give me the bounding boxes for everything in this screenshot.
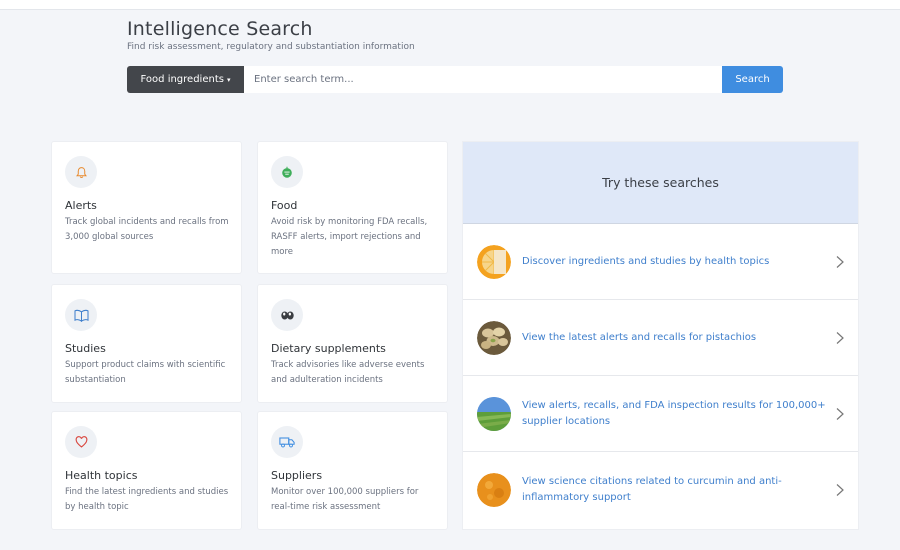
- card-desc: Monitor over 100,000 suppliers for real-…: [271, 487, 419, 512]
- try-searches-title: Try these searches: [463, 142, 858, 224]
- pistachio-thumb: [477, 320, 511, 355]
- card-food[interactable]: Food Avoid risk by monitoring FDA recall…: [258, 142, 447, 273]
- card-desc: Support product claims with scientific s…: [65, 360, 226, 385]
- card-title: Health topics: [65, 469, 138, 482]
- chevron-right-icon: [836, 255, 844, 268]
- search-button[interactable]: Search: [722, 66, 783, 93]
- truck-icon: [271, 426, 303, 458]
- chevron-down-icon: ▾: [226, 75, 231, 84]
- turmeric-thumb: [477, 473, 511, 507]
- try-search-item[interactable]: View science citations related to curcum…: [463, 452, 858, 528]
- try-search-item[interactable]: View the latest alerts and recalls for p…: [463, 300, 858, 376]
- page-title: Intelligence Search: [127, 18, 313, 40]
- category-dropdown[interactable]: Food ingredients ▾: [127, 66, 244, 93]
- card-title: Alerts: [65, 199, 97, 212]
- chevron-right-icon: [836, 484, 844, 496]
- try-searches-panel: Try these searches Discover ingredients …: [463, 142, 858, 529]
- search-input[interactable]: [244, 66, 722, 93]
- try-search-item[interactable]: View alerts, recalls, and FDA inspection…: [463, 376, 858, 452]
- card-dietary-supplements[interactable]: Dietary supplements Track advisories lik…: [258, 285, 447, 402]
- book-icon: [65, 299, 97, 331]
- category-dropdown-label: Food ingredients: [140, 74, 224, 85]
- card-suppliers[interactable]: Suppliers Monitor over 100,000 suppliers…: [258, 412, 447, 529]
- pills-icon: [271, 299, 303, 331]
- try-search-link: View alerts, recalls, and FDA inspection…: [522, 399, 826, 427]
- card-health-topics[interactable]: Health topics Find the latest ingredient…: [52, 412, 241, 529]
- card-title: Food: [271, 199, 298, 212]
- search-bar: Food ingredients ▾ Search: [127, 66, 783, 93]
- card-desc: Track advisories like adverse events and…: [271, 360, 425, 385]
- field-thumb: [477, 396, 511, 431]
- try-search-link: View the latest alerts and recalls for p…: [522, 331, 757, 343]
- card-alerts[interactable]: Alerts Track global incidents and recall…: [52, 142, 241, 273]
- orange-slice-thumb: [477, 244, 511, 279]
- chevron-right-icon: [836, 331, 844, 344]
- heart-icon: [65, 426, 97, 458]
- try-search-link: View science citations related to curcum…: [522, 476, 782, 503]
- try-search-item[interactable]: Discover ingredients and studies by heal…: [463, 224, 858, 300]
- card-desc: Avoid risk by monitoring FDA recalls, RA…: [271, 217, 428, 257]
- card-desc: Find the latest ingredients and studies …: [65, 487, 229, 512]
- card-title: Dietary supplements: [271, 342, 386, 355]
- bell-icon: [65, 156, 97, 188]
- card-desc: Track global incidents and recalls from …: [65, 217, 229, 242]
- chevron-right-icon: [836, 407, 844, 420]
- card-title: Suppliers: [271, 469, 323, 482]
- card-studies[interactable]: Studies Support product claims with scie…: [52, 285, 241, 402]
- try-search-link: Discover ingredients and studies by heal…: [522, 255, 770, 267]
- food-icon: [271, 156, 303, 188]
- card-title: Studies: [65, 342, 106, 355]
- page-subtitle: Find risk assessment, regulatory and sub…: [127, 42, 415, 52]
- top-bar: [0, 0, 900, 10]
